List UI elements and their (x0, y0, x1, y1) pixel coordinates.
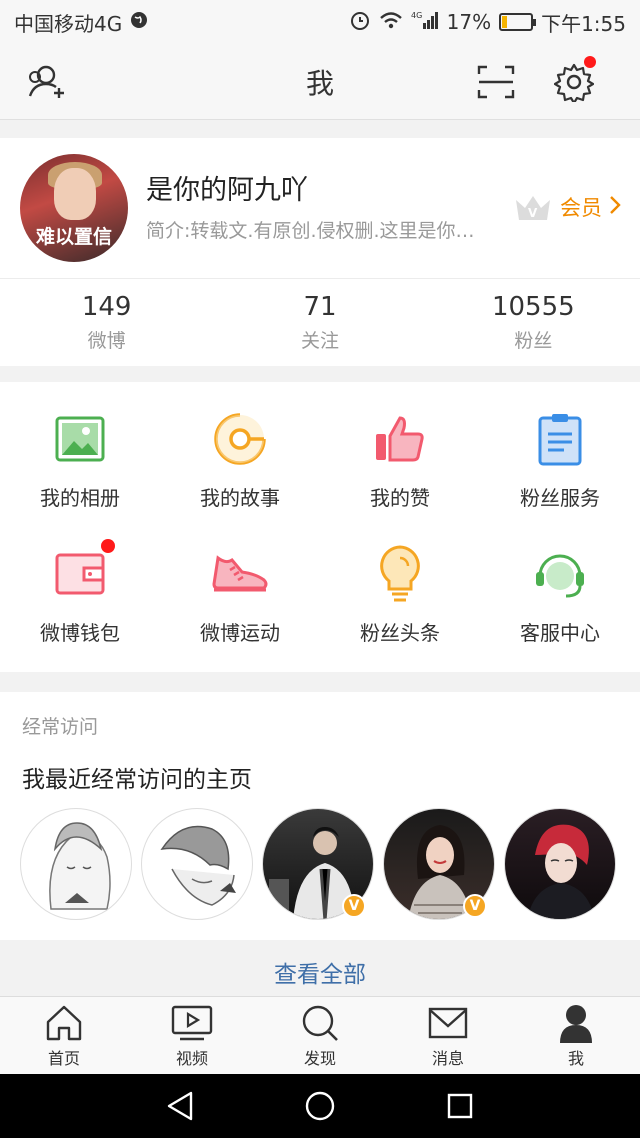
settings-icon[interactable] (550, 56, 598, 104)
chevron-right-icon (608, 194, 622, 221)
home-circle-icon[interactable] (298, 1084, 342, 1128)
stat-label: 微博 (87, 330, 126, 352)
feature-headline[interactable]: 粉丝头条 (320, 525, 480, 660)
profile-icon (554, 1003, 598, 1043)
feature-label: 微博钱包 (40, 621, 120, 645)
verified-badge-icon: V (463, 894, 487, 918)
status-bar: 中国移动4G 4G 17% 下午1:55 (0, 0, 640, 44)
page-title: 我 (305, 66, 334, 100)
feature-customer-service[interactable]: 客服中心 (480, 525, 640, 660)
feature-album[interactable]: 我的相册 (0, 390, 160, 525)
wallet-notification-dot (101, 539, 115, 553)
wifi-icon (379, 10, 403, 35)
visited-profile[interactable]: V (262, 808, 374, 920)
headset-icon (529, 543, 591, 605)
tab-label: 我 (567, 1048, 584, 1068)
feature-label: 微博运动 (200, 621, 280, 645)
avatar[interactable]: 难以置信 (20, 154, 128, 262)
stat-label: 粉丝 (514, 330, 553, 352)
stat-following[interactable]: 71 关注 (213, 279, 426, 366)
view-all-link[interactable]: 查看全部 (0, 946, 640, 996)
stat-value: 149 (81, 292, 132, 322)
bottom-tab-bar: 首页 视频 发现 消息 我 (0, 996, 640, 1074)
frequent-visits-section: 经常访问 我最近经常访问的主页 V V (0, 692, 640, 940)
scan-icon[interactable] (472, 60, 520, 104)
clipboard-icon (529, 408, 591, 470)
tab-label: 首页 (47, 1048, 80, 1068)
visited-avatar (504, 808, 616, 920)
clock: 下午1:55 (541, 11, 626, 36)
svg-text:V: V (528, 206, 538, 220)
mail-icon (426, 1003, 470, 1043)
tab-label: 视频 (175, 1048, 208, 1068)
battery-percent: 17% (446, 10, 492, 34)
top-nav-bar: 我 (0, 44, 640, 120)
profile-card[interactable]: 难以置信 是你的阿九吖 简介:转载文.有原创.侵权删.这里是你… V 会员 14… (0, 138, 640, 366)
stat-label: 关注 (300, 330, 339, 352)
feature-label: 粉丝头条 (360, 621, 440, 645)
settings-notification-dot (584, 56, 596, 68)
video-icon (170, 1003, 214, 1043)
feature-wallet[interactable]: 微博钱包 (0, 525, 160, 660)
system-nav-bar (0, 1074, 640, 1138)
tab-discover[interactable]: 发现 (256, 997, 384, 1074)
crown-icon: V (512, 190, 554, 224)
tab-messages[interactable]: 消息 (384, 997, 512, 1074)
profile-name[interactable]: 是你的阿九吖 (146, 168, 308, 207)
globe-icon (130, 10, 148, 34)
stat-weibo[interactable]: 149 微博 (0, 279, 213, 366)
feature-fan-service[interactable]: 粉丝服务 (480, 390, 640, 525)
feature-grid: 我的相册 我的故事 我的赞 粉丝服务 微博钱包 微博运动 粉丝头条 客服中心 (0, 382, 640, 672)
verified-badge-icon: V (342, 894, 366, 918)
visited-avatar (141, 808, 253, 920)
feature-sport[interactable]: 微博运动 (160, 525, 320, 660)
feature-story[interactable]: 我的故事 (160, 390, 320, 525)
stat-value: 71 (303, 292, 337, 322)
profile-bio: 简介:转载文.有原创.侵权删.这里是你… (146, 220, 475, 242)
carrier-text: 中国移动4G (14, 11, 123, 36)
profile-stats: 149 微博 71 关注 10555 粉丝 (0, 278, 640, 366)
svg-text:4G: 4G (411, 11, 422, 20)
signal-icon: 4G (411, 10, 439, 35)
feature-likes[interactable]: 我的赞 (320, 390, 480, 525)
visited-profile[interactable] (141, 808, 253, 920)
photo-album-icon (49, 408, 111, 470)
story-icon (209, 408, 271, 470)
tab-label: 发现 (303, 1048, 336, 1068)
back-icon[interactable] (158, 1084, 202, 1128)
visit-avatar-row: V V (20, 808, 616, 920)
avatar-caption: 难以置信 (35, 226, 112, 248)
stat-value: 10555 (491, 292, 575, 322)
search-icon (298, 1003, 342, 1043)
visited-profile[interactable]: V (383, 808, 495, 920)
sneaker-icon (209, 543, 271, 605)
feature-label: 客服中心 (520, 621, 600, 645)
wallet-icon (49, 539, 115, 605)
tab-video[interactable]: 视频 (128, 997, 256, 1074)
section-label: 经常访问 (22, 716, 99, 738)
visited-avatar (20, 808, 132, 920)
home-icon (42, 1003, 86, 1043)
visited-profile[interactable] (504, 808, 616, 920)
add-friend-icon[interactable] (22, 60, 70, 104)
feature-label: 我的相册 (40, 486, 120, 510)
thumbs-up-icon (369, 408, 431, 470)
tab-home[interactable]: 首页 (0, 997, 128, 1074)
feature-label: 我的故事 (200, 486, 280, 510)
feature-label: 粉丝服务 (520, 486, 600, 510)
tab-me[interactable]: 我 (512, 997, 640, 1074)
stat-followers[interactable]: 10555 粉丝 (427, 279, 640, 366)
tab-label: 消息 (431, 1048, 464, 1068)
feature-label: 我的赞 (370, 486, 430, 510)
alarm-icon (349, 9, 371, 36)
visited-profile[interactable] (20, 808, 132, 920)
recents-icon[interactable] (438, 1084, 482, 1128)
battery-icon (499, 13, 537, 31)
lightbulb-icon (369, 543, 431, 605)
member-label: 会员 (560, 196, 602, 220)
section-title: 我最近经常访问的主页 (22, 767, 252, 793)
member-button[interactable]: V 会员 (512, 190, 622, 224)
